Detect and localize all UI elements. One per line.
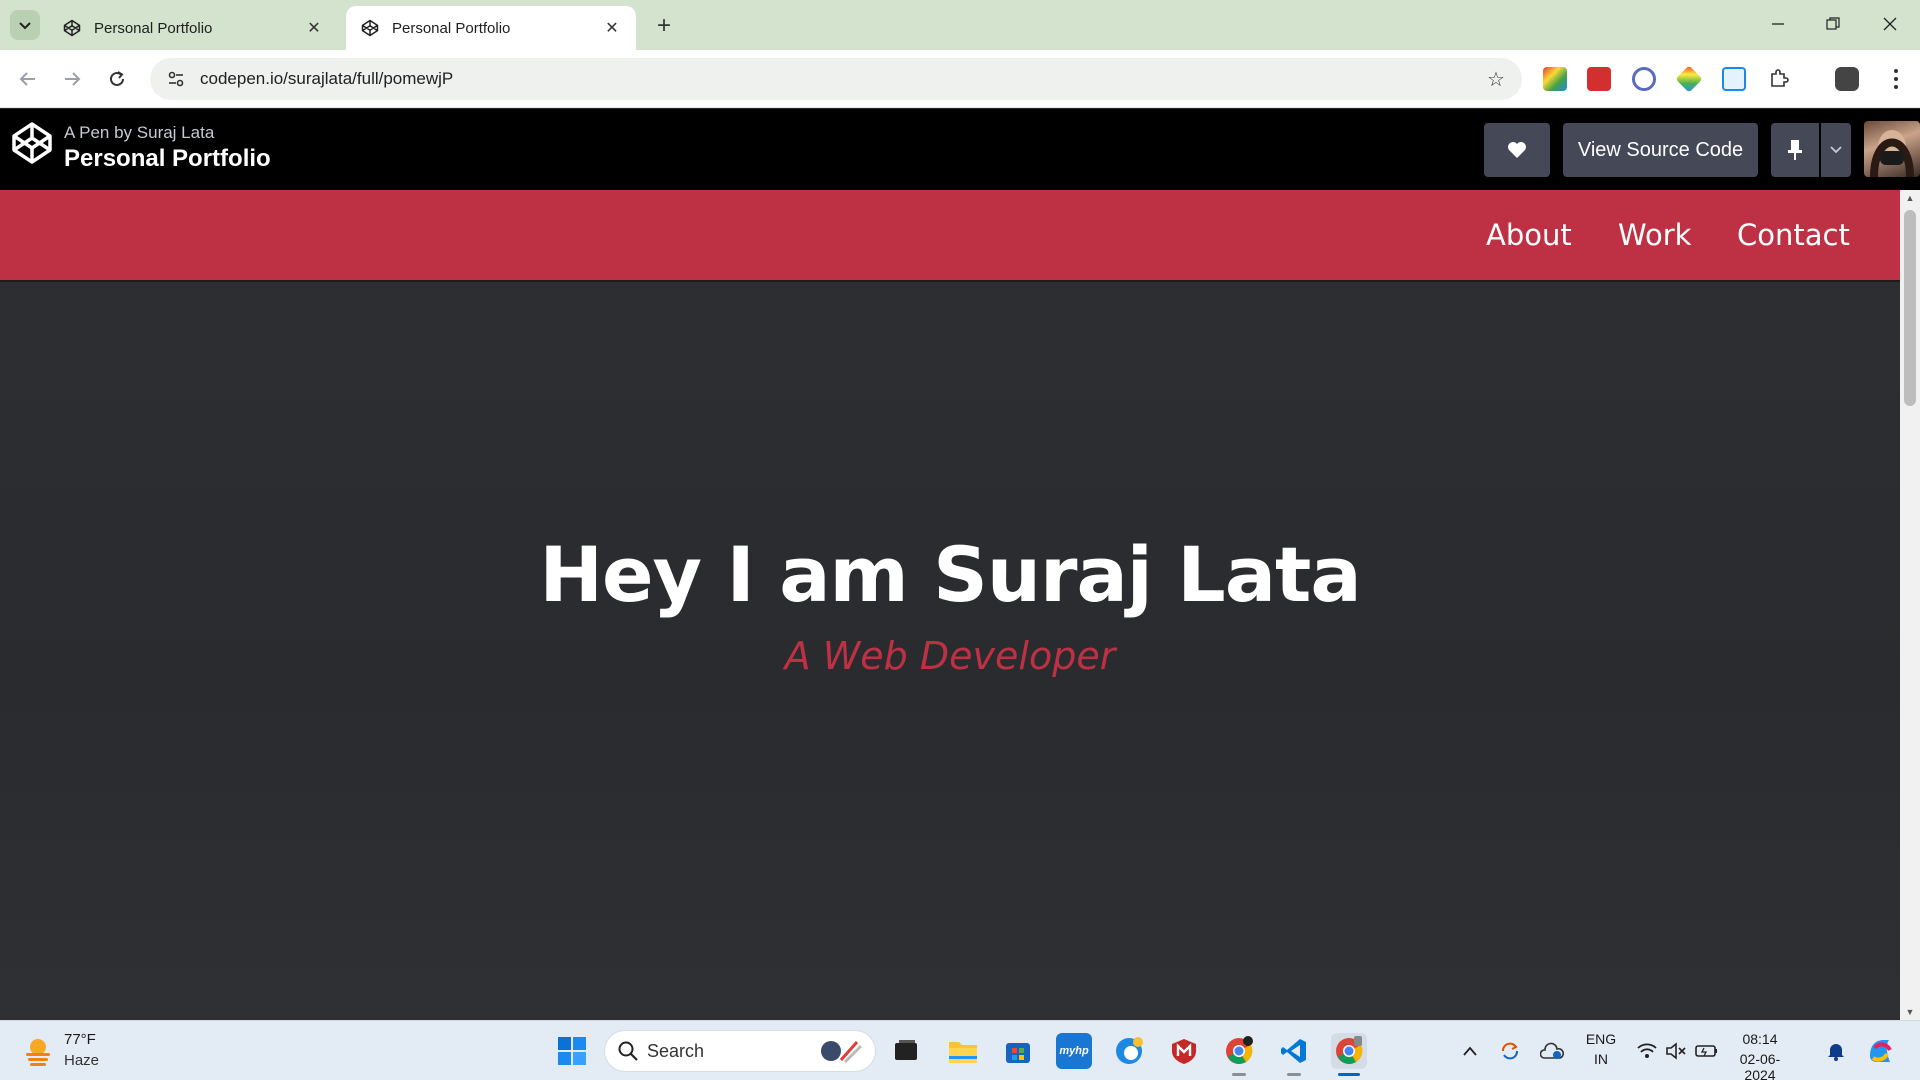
close-window-icon[interactable] [1870, 8, 1910, 40]
taskbar-search-box[interactable]: Search [604, 1030, 876, 1072]
page-scrollbar[interactable]: ▲ ▼ [1900, 190, 1920, 1020]
copilot-icon[interactable] [1862, 1033, 1898, 1069]
nav-link-about[interactable]: About [1486, 190, 1572, 280]
region-indicator[interactable]: IN [1584, 1051, 1618, 1067]
running-indicator [1287, 1073, 1301, 1076]
file-explorer-icon[interactable] [945, 1033, 981, 1069]
extensions-puzzle-icon[interactable] [1767, 67, 1791, 91]
pin-dropdown-button[interactable] [1821, 123, 1851, 177]
tab-title: Personal Portfolio [392, 19, 511, 37]
minimize-icon[interactable] [1758, 8, 1798, 40]
chevron-down-icon [19, 22, 31, 30]
url-text[interactable]: codepen.io/surajlata/full/pomewjP [200, 69, 1478, 89]
view-source-button[interactable]: View Source Code [1563, 123, 1758, 177]
weather-condition[interactable]: Haze [64, 1052, 99, 1069]
browser-menu-icon[interactable] [1884, 66, 1908, 92]
weather-temperature[interactable]: 77°F [64, 1031, 96, 1048]
edge-browser-icon[interactable] [1111, 1033, 1147, 1069]
browser-tab-bar: Personal Portfolio ✕ Personal Portfolio … [0, 0, 1920, 50]
mcafee-icon[interactable] [1166, 1033, 1202, 1069]
site-info-icon[interactable] [156, 59, 196, 99]
search-label: Search [647, 1040, 705, 1061]
site-navbar: About Work Contact [0, 190, 1900, 280]
new-tab-button[interactable]: + [650, 12, 678, 40]
scroll-up-icon[interactable]: ▲ [1900, 190, 1920, 206]
pen-author[interactable]: A Pen by Suraj Lata [64, 123, 214, 143]
extension-colorful-icon[interactable] [1543, 67, 1567, 91]
hero-subtitle: A Web Developer [784, 634, 1116, 678]
heart-icon [1508, 142, 1526, 158]
task-view-icon[interactable] [888, 1033, 924, 1069]
microsoft-store-icon[interactable] [1000, 1033, 1036, 1069]
search-icon [618, 1041, 638, 1061]
forward-arrow-icon[interactable] [56, 63, 88, 95]
extension-camera-icon[interactable] [1632, 67, 1656, 91]
browser-toolbar: codepen.io/surajlata/full/pomewjP ☆ [0, 50, 1920, 108]
browser-tab-active[interactable]: Personal Portfolio ✕ [346, 6, 636, 50]
onedrive-icon[interactable] [1537, 1033, 1567, 1069]
address-bar[interactable]: codepen.io/surajlata/full/pomewjP ☆ [150, 58, 1522, 100]
pin-icon [1788, 140, 1802, 160]
language-indicator[interactable]: ENG [1584, 1031, 1618, 1047]
profile-icon[interactable] [1835, 67, 1859, 91]
codepen-header: A Pen by Suraj Lata Personal Portfolio V… [0, 109, 1920, 190]
tray-chevron-up-icon[interactable] [1455, 1033, 1485, 1069]
close-tab-icon[interactable]: ✕ [304, 18, 324, 38]
search-highlight-icon [821, 1041, 863, 1064]
portfolio-page: About Work Contact Hey I am Suraj Lata A… [0, 190, 1900, 1020]
codepen-logo-icon[interactable] [10, 121, 54, 165]
weather-haze-icon[interactable] [22, 1035, 54, 1067]
clock-date[interactable]: 02-06-2024 [1728, 1051, 1792, 1080]
user-avatar[interactable] [1864, 121, 1920, 177]
notification-bell-icon[interactable] [1822, 1033, 1850, 1069]
running-indicator [1232, 1073, 1246, 1076]
extension-blue-icon[interactable] [1722, 67, 1746, 91]
heart-button[interactable] [1484, 123, 1550, 177]
chrome-icon[interactable] [1221, 1033, 1257, 1069]
tab-search-button[interactable] [10, 10, 40, 40]
browser-tab[interactable]: Personal Portfolio ✕ [48, 6, 338, 50]
scroll-thumb[interactable] [1904, 210, 1916, 406]
chrome-active-icon[interactable] [1331, 1033, 1367, 1069]
codepen-favicon-icon [62, 18, 82, 38]
nav-link-work[interactable]: Work [1618, 190, 1691, 280]
codepen-favicon-icon [360, 18, 380, 38]
extension-red-icon[interactable] [1587, 67, 1611, 91]
active-app-indicator [1338, 1073, 1360, 1076]
back-arrow-icon[interactable] [12, 63, 44, 95]
close-tab-icon[interactable]: ✕ [602, 18, 622, 38]
vscode-icon[interactable] [1276, 1033, 1312, 1069]
windows-start-icon[interactable] [554, 1033, 590, 1069]
pen-title: Personal Portfolio [64, 145, 271, 172]
restore-icon[interactable] [1813, 8, 1853, 40]
chevron-down-icon [1830, 146, 1842, 154]
sync-icon[interactable] [1495, 1033, 1525, 1069]
windows-taskbar: 77°F Haze Search myhp ENG IN 08:14 02-06… [0, 1020, 1920, 1080]
bookmark-star-icon[interactable]: ☆ [1478, 61, 1514, 97]
speaker-muted-icon[interactable] [1662, 1033, 1690, 1069]
scroll-down-icon[interactable]: ▼ [1900, 1004, 1920, 1020]
myhp-icon[interactable]: myhp [1056, 1033, 1092, 1069]
extension-diamond-icon[interactable] [1675, 65, 1703, 93]
battery-icon[interactable] [1692, 1033, 1722, 1069]
pin-button[interactable] [1771, 123, 1819, 177]
nav-link-contact[interactable]: Contact [1737, 190, 1850, 280]
tab-title: Personal Portfolio [94, 19, 213, 37]
hero-title: Hey I am Suraj Lata [539, 530, 1361, 619]
wifi-icon[interactable] [1632, 1033, 1662, 1069]
reload-icon[interactable] [101, 63, 133, 95]
clock-time[interactable]: 08:14 [1728, 1031, 1792, 1047]
